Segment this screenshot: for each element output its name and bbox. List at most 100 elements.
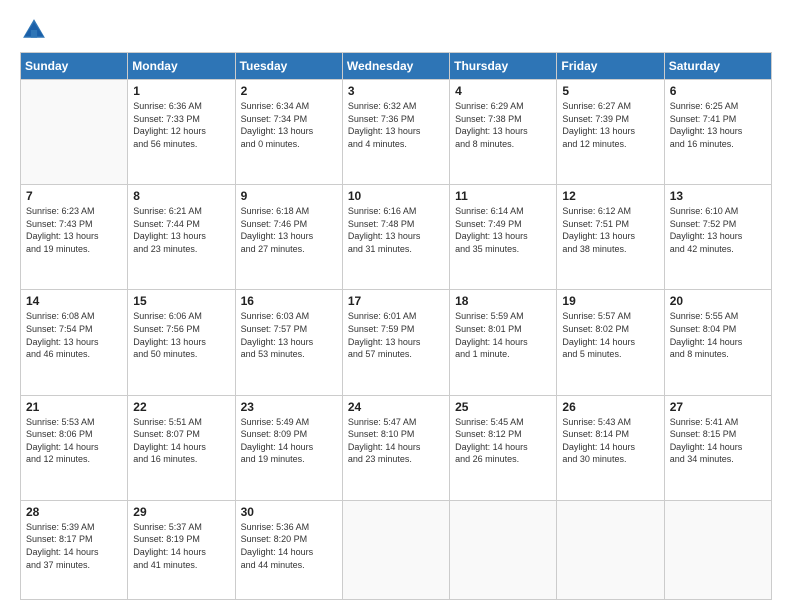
day-number: 2 [241, 84, 337, 98]
calendar-cell: 11 Sunrise: 6:14 AM Sunset: 7:49 PM Dayli… [450, 185, 557, 290]
day-info: Sunrise: 6:08 AM Sunset: 7:54 PM Dayligh… [26, 310, 122, 360]
day-number: 27 [670, 400, 766, 414]
calendar-cell: 15Sunrise: 6:06 AM Sunset: 7:56 PM Dayli… [128, 290, 235, 395]
day-header-tuesday: Tuesday [235, 53, 342, 80]
day-number: 11 [455, 189, 551, 203]
day-info: Sunrise: 6:23 AM Sunset: 7:43 PM Dayligh… [26, 205, 122, 255]
day-number: 9 [241, 189, 337, 203]
day-number: 10 [348, 189, 444, 203]
day-number: 21 [26, 400, 122, 414]
day-header-saturday: Saturday [664, 53, 771, 80]
day-header-friday: Friday [557, 53, 664, 80]
calendar-cell: 10 Sunrise: 6:16 AM Sunset: 7:48 PM Dayli… [342, 185, 449, 290]
day-info: Sunrise: 5:59 AM Sunset: 8:01 PM Dayligh… [455, 310, 551, 360]
calendar-cell: 5 Sunrise: 6:27 AM Sunset: 7:39 PM Daylig… [557, 80, 664, 185]
day-header-sunday: Sunday [21, 53, 128, 80]
calendar-cell: 30Sunrise: 5:36 AM Sunset: 8:20 PM Dayli… [235, 500, 342, 599]
calendar-cell: 22 Sunrise: 5:51 AM Sunset: 8:07 PM Dayli… [128, 395, 235, 500]
calendar-cell: 12 Sunrise: 6:12 AM Sunset: 7:51 PM Dayli… [557, 185, 664, 290]
calendar-cell: 7 Sunrise: 6:23 AM Sunset: 7:43 PM Daylig… [21, 185, 128, 290]
day-header-thursday: Thursday [450, 53, 557, 80]
day-info: Sunrise: 5:36 AM Sunset: 8:20 PM Dayligh… [241, 521, 337, 571]
calendar-cell: 8 Sunrise: 6:21 AM Sunset: 7:44 PM Daylig… [128, 185, 235, 290]
day-info: Sunrise: 5:51 AM Sunset: 8:07 PM Dayligh… [133, 416, 229, 466]
calendar-cell: 9 Sunrise: 6:18 AM Sunset: 7:46 PM Daylig… [235, 185, 342, 290]
day-header-monday: Monday [128, 53, 235, 80]
calendar-cell: 17 Sunrise: 6:01 AM Sunset: 7:59 PM Dayli… [342, 290, 449, 395]
day-number: 15 [133, 294, 229, 308]
page: SundayMondayTuesdayWednesdayThursdayFrid… [0, 0, 792, 612]
day-info: Sunrise: 5:43 AM Sunset: 8:14 PM Dayligh… [562, 416, 658, 466]
week-row-1: 1 Sunrise: 6:36 AM Sunset: 7:33 PM Daylig… [21, 80, 772, 185]
day-info: Sunrise: 5:41 AM Sunset: 8:15 PM Dayligh… [670, 416, 766, 466]
logo [20, 16, 52, 44]
calendar-cell [664, 500, 771, 599]
day-number: 17 [348, 294, 444, 308]
calendar-cell: 26Sunrise: 5:43 AM Sunset: 8:14 PM Dayli… [557, 395, 664, 500]
calendar-cell: 16 Sunrise: 6:03 AM Sunset: 7:57 PM Dayli… [235, 290, 342, 395]
day-info: Sunrise: 6:21 AM Sunset: 7:44 PM Dayligh… [133, 205, 229, 255]
calendar-cell: 23Sunrise: 5:49 AM Sunset: 8:09 PM Dayli… [235, 395, 342, 500]
day-number: 22 [133, 400, 229, 414]
week-row-3: 14Sunrise: 6:08 AM Sunset: 7:54 PM Dayli… [21, 290, 772, 395]
day-number: 28 [26, 505, 122, 519]
day-number: 19 [562, 294, 658, 308]
calendar-cell: 3 Sunrise: 6:32 AM Sunset: 7:36 PM Daylig… [342, 80, 449, 185]
day-number: 18 [455, 294, 551, 308]
day-info: Sunrise: 6:03 AM Sunset: 7:57 PM Dayligh… [241, 310, 337, 360]
day-number: 5 [562, 84, 658, 98]
day-number: 1 [133, 84, 229, 98]
day-number: 24 [348, 400, 444, 414]
day-info: Sunrise: 6:36 AM Sunset: 7:33 PM Dayligh… [133, 100, 229, 150]
day-info: Sunrise: 6:25 AM Sunset: 7:41 PM Dayligh… [670, 100, 766, 150]
day-info: Sunrise: 6:16 AM Sunset: 7:48 PM Dayligh… [348, 205, 444, 255]
calendar-cell: 21Sunrise: 5:53 AM Sunset: 8:06 PM Dayli… [21, 395, 128, 500]
calendar-cell [450, 500, 557, 599]
day-info: Sunrise: 5:57 AM Sunset: 8:02 PM Dayligh… [562, 310, 658, 360]
day-info: Sunrise: 6:34 AM Sunset: 7:34 PM Dayligh… [241, 100, 337, 150]
day-header-row: SundayMondayTuesdayWednesdayThursdayFrid… [21, 53, 772, 80]
calendar-cell: 20Sunrise: 5:55 AM Sunset: 8:04 PM Dayli… [664, 290, 771, 395]
day-number: 7 [26, 189, 122, 203]
day-info: Sunrise: 5:39 AM Sunset: 8:17 PM Dayligh… [26, 521, 122, 571]
week-row-4: 21Sunrise: 5:53 AM Sunset: 8:06 PM Dayli… [21, 395, 772, 500]
calendar-cell: 1 Sunrise: 6:36 AM Sunset: 7:33 PM Daylig… [128, 80, 235, 185]
calendar-cell [557, 500, 664, 599]
calendar-table: SundayMondayTuesdayWednesdayThursdayFrid… [20, 52, 772, 600]
day-number: 23 [241, 400, 337, 414]
week-row-5: 28 Sunrise: 5:39 AM Sunset: 8:17 PM Dayli… [21, 500, 772, 599]
day-info: Sunrise: 6:01 AM Sunset: 7:59 PM Dayligh… [348, 310, 444, 360]
day-info: Sunrise: 6:32 AM Sunset: 7:36 PM Dayligh… [348, 100, 444, 150]
week-row-2: 7 Sunrise: 6:23 AM Sunset: 7:43 PM Daylig… [21, 185, 772, 290]
calendar-cell: 19 Sunrise: 5:57 AM Sunset: 8:02 PM Dayli… [557, 290, 664, 395]
calendar-cell: 27 Sunrise: 5:41 AM Sunset: 8:15 PM Dayli… [664, 395, 771, 500]
day-number: 6 [670, 84, 766, 98]
day-info: Sunrise: 6:12 AM Sunset: 7:51 PM Dayligh… [562, 205, 658, 255]
day-info: Sunrise: 6:10 AM Sunset: 7:52 PM Dayligh… [670, 205, 766, 255]
calendar-cell: 28 Sunrise: 5:39 AM Sunset: 8:17 PM Dayli… [21, 500, 128, 599]
day-number: 29 [133, 505, 229, 519]
calendar-cell: 4 Sunrise: 6:29 AM Sunset: 7:38 PM Daylig… [450, 80, 557, 185]
general-blue-logo-icon [20, 16, 48, 44]
day-number: 3 [348, 84, 444, 98]
day-number: 13 [670, 189, 766, 203]
day-header-wednesday: Wednesday [342, 53, 449, 80]
day-number: 4 [455, 84, 551, 98]
calendar-cell: 25 Sunrise: 5:45 AM Sunset: 8:12 PM Dayli… [450, 395, 557, 500]
calendar-cell: 18 Sunrise: 5:59 AM Sunset: 8:01 PM Dayli… [450, 290, 557, 395]
day-number: 12 [562, 189, 658, 203]
calendar-cell: 14Sunrise: 6:08 AM Sunset: 7:54 PM Dayli… [21, 290, 128, 395]
calendar-cell [342, 500, 449, 599]
day-info: Sunrise: 5:45 AM Sunset: 8:12 PM Dayligh… [455, 416, 551, 466]
day-info: Sunrise: 6:27 AM Sunset: 7:39 PM Dayligh… [562, 100, 658, 150]
calendar-cell: 24Sunrise: 5:47 AM Sunset: 8:10 PM Dayli… [342, 395, 449, 500]
day-number: 8 [133, 189, 229, 203]
calendar-cell: 29Sunrise: 5:37 AM Sunset: 8:19 PM Dayli… [128, 500, 235, 599]
day-info: Sunrise: 6:29 AM Sunset: 7:38 PM Dayligh… [455, 100, 551, 150]
day-info: Sunrise: 6:14 AM Sunset: 7:49 PM Dayligh… [455, 205, 551, 255]
header [20, 16, 772, 44]
day-number: 25 [455, 400, 551, 414]
day-number: 16 [241, 294, 337, 308]
day-info: Sunrise: 6:18 AM Sunset: 7:46 PM Dayligh… [241, 205, 337, 255]
day-number: 20 [670, 294, 766, 308]
